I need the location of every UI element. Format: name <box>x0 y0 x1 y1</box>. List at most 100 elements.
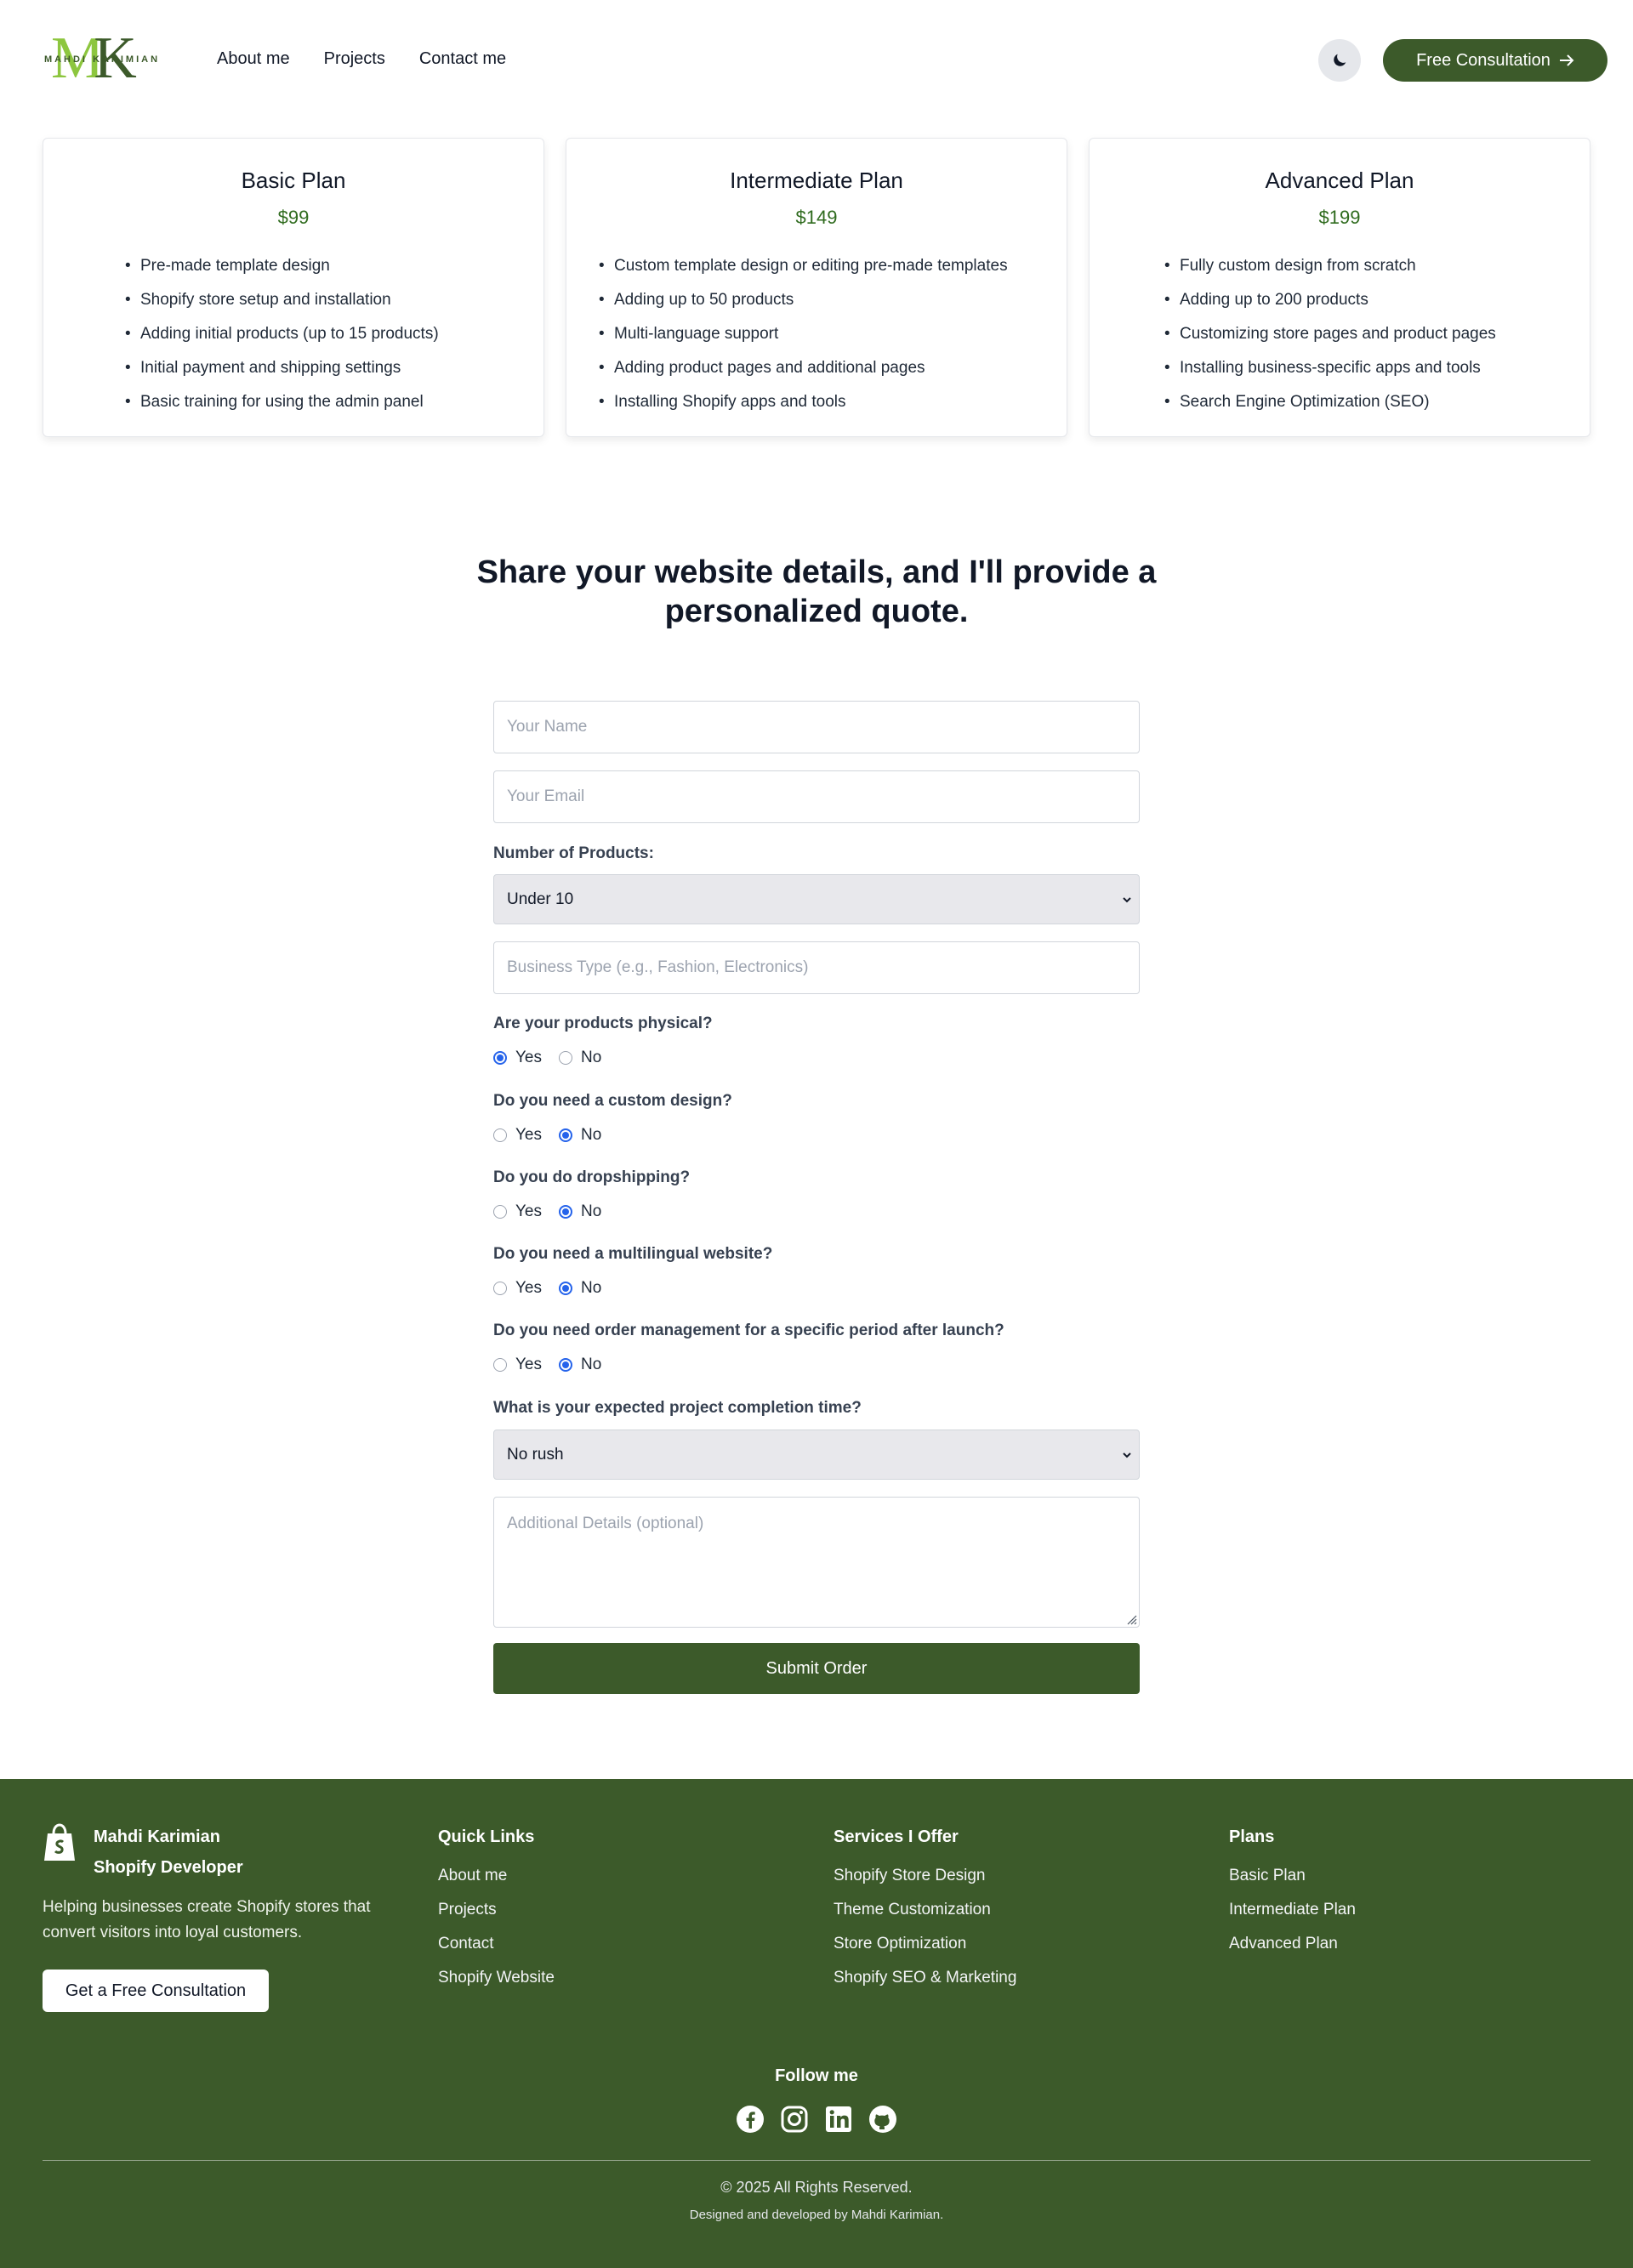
radio-option-no[interactable]: No <box>559 1126 601 1145</box>
logo[interactable]: MK MAHDI KARIMIAN <box>34 29 170 88</box>
additional-details-textarea[interactable]: Additional Details (optional) <box>493 1497 1140 1628</box>
get-free-consultation-button[interactable]: Get a Free Consultation <box>43 1970 269 2012</box>
products-select-value: Under 10 <box>507 890 574 908</box>
moon-icon <box>1334 54 1346 66</box>
footer-divider <box>43 2160 1590 2161</box>
plan-feature: Pre-made template design <box>125 249 439 283</box>
footer-brand-name: Mahdi Karimian <box>94 1827 220 1846</box>
submit-order-button[interactable]: Submit Order <box>493 1643 1140 1694</box>
products-select[interactable]: Under 10 <box>493 874 1140 924</box>
free-consultation-label: Free Consultation <box>1416 50 1550 70</box>
completion-time-label: What is your expected project completion… <box>493 1399 862 1417</box>
chevron-down-icon <box>1123 1452 1131 1458</box>
radio-button[interactable] <box>559 1051 572 1065</box>
radio-option-no[interactable]: No <box>559 1279 601 1298</box>
radio-button[interactable] <box>493 1051 507 1065</box>
radio-button[interactable] <box>559 1282 572 1295</box>
footer-link-store-design[interactable]: Shopify Store Design <box>834 1859 1016 1893</box>
radio-button[interactable] <box>493 1282 507 1295</box>
radio-button[interactable] <box>493 1128 507 1142</box>
footer-link-store-optimization[interactable]: Store Optimization <box>834 1927 1016 1961</box>
radio-option-yes[interactable]: Yes <box>493 1279 542 1298</box>
radio-button[interactable] <box>559 1128 572 1142</box>
footer-link-basic-plan[interactable]: Basic Plan <box>1229 1859 1356 1893</box>
plan-feature: Adding up to 50 products <box>599 283 1008 317</box>
arrow-right-icon <box>1559 54 1574 66</box>
github-icon[interactable] <box>868 2105 897 2134</box>
plan-feature: Shopify store setup and installation <box>125 283 439 317</box>
radio-option-yes[interactable]: Yes <box>493 1356 542 1374</box>
radio-group-custom-design: Yes No <box>493 1126 618 1145</box>
nav-contact-me[interactable]: Contact me <box>419 49 506 69</box>
business-type-input[interactable]: Business Type (e.g., Fashion, Electronic… <box>493 941 1140 994</box>
footer-link-shopify-website[interactable]: Shopify Website <box>438 1961 555 1995</box>
radio-option-no[interactable]: No <box>559 1202 601 1221</box>
question-label-custom-design: Do you need a custom design? <box>493 1092 732 1110</box>
question-label-physical: Are your products physical? <box>493 1015 713 1032</box>
completion-time-select[interactable]: No rush <box>493 1430 1140 1480</box>
plan-card-intermediate: Intermediate Plan $149 Custom template d… <box>566 138 1067 437</box>
footer-link-about[interactable]: About me <box>438 1859 555 1893</box>
footer-column-title: Quick Links <box>438 1827 535 1846</box>
question-label-dropshipping: Do you do dropshipping? <box>493 1168 691 1186</box>
plan-feature: Initial payment and shipping settings <box>125 351 439 385</box>
plan-feature: Basic training for using the admin panel <box>125 385 439 419</box>
footer-link-advanced-plan[interactable]: Advanced Plan <box>1229 1927 1356 1961</box>
additional-details-placeholder: Additional Details (optional) <box>507 1515 704 1532</box>
resize-handle-icon[interactable] <box>1125 1613 1137 1625</box>
plan-feature: Multi-language support <box>599 317 1008 351</box>
radio-button[interactable] <box>559 1205 572 1219</box>
plan-feature: Search Engine Optimization (SEO) <box>1164 385 1496 419</box>
footer-plans: Plans Basic Plan Intermediate Plan Advan… <box>1229 1822 1356 1961</box>
social-links <box>0 2105 1633 2134</box>
copyright-text: © 2025 All Rights Reserved. <box>720 2179 913 2196</box>
plan-features: Custom template design or editing pre-ma… <box>599 249 1008 419</box>
radio-option-no[interactable]: No <box>559 1049 601 1067</box>
plan-card-basic: Basic Plan $99 Pre-made template design … <box>43 138 544 437</box>
footer-link-seo-marketing[interactable]: Shopify SEO & Marketing <box>834 1961 1016 1995</box>
credit-text: Designed and developed by Mahdi Karimian… <box>689 2208 944 2222</box>
radio-option-yes[interactable]: Yes <box>493 1202 542 1221</box>
nav-projects[interactable]: Projects <box>324 49 385 69</box>
plan-feature: Adding initial products (up to 15 produc… <box>125 317 439 351</box>
footer-link-intermediate-plan[interactable]: Intermediate Plan <box>1229 1893 1356 1927</box>
question-label-multilingual: Do you need a multilingual website? <box>493 1245 773 1263</box>
instagram-icon[interactable] <box>780 2105 809 2134</box>
free-consultation-button[interactable]: Free Consultation <box>1383 39 1607 82</box>
question-label-order-management: Do you need order management for a speci… <box>493 1322 1004 1339</box>
plan-feature: Fully custom design from scratch <box>1164 249 1496 283</box>
radio-option-yes[interactable]: Yes <box>493 1126 542 1145</box>
radio-group-multilingual: Yes No <box>493 1279 618 1298</box>
radio-button[interactable] <box>493 1358 507 1372</box>
email-input[interactable]: Your Email <box>493 770 1140 823</box>
plan-card-advanced: Advanced Plan $199 Fully custom design f… <box>1089 138 1590 437</box>
plan-features: Fully custom design from scratch Adding … <box>1164 249 1496 419</box>
plan-title: Basic Plan <box>241 168 346 193</box>
footer-link-contact[interactable]: Contact <box>438 1927 555 1961</box>
plan-feature: Adding up to 200 products <box>1164 283 1496 317</box>
plan-price: $99 <box>277 207 310 228</box>
radio-button[interactable] <box>493 1205 507 1219</box>
facebook-icon[interactable] <box>736 2105 765 2134</box>
plan-feature: Installing Shopify apps and tools <box>599 385 1008 419</box>
plan-feature: Custom template design or editing pre-ma… <box>599 249 1008 283</box>
radio-option-no[interactable]: No <box>559 1356 601 1374</box>
plan-title: Advanced Plan <box>1265 168 1414 193</box>
dark-mode-toggle[interactable] <box>1318 39 1361 82</box>
form-title: Share your website details, and I'll pro… <box>476 554 1157 629</box>
footer-link-theme-customization[interactable]: Theme Customization <box>834 1893 1016 1927</box>
radio-group-dropshipping: Yes No <box>493 1202 618 1221</box>
footer-quick-links: Quick Links About me Projects Contact Sh… <box>438 1822 555 1995</box>
plan-features: Pre-made template design Shopify store s… <box>125 249 439 419</box>
name-input[interactable]: Your Name <box>493 701 1140 753</box>
chevron-down-icon <box>1123 896 1131 902</box>
plan-feature: Installing business-specific apps and to… <box>1164 351 1496 385</box>
linkedin-icon[interactable] <box>824 2105 853 2134</box>
radio-option-yes[interactable]: Yes <box>493 1049 542 1067</box>
site-footer: Mahdi Karimian Shopify Developer Helping… <box>0 1779 1633 2268</box>
radio-button[interactable] <box>559 1358 572 1372</box>
nav-about-me[interactable]: About me <box>217 49 290 69</box>
footer-brand-description: Helping businesses create Shopify stores… <box>43 1898 371 1941</box>
footer-link-projects[interactable]: Projects <box>438 1893 555 1927</box>
footer-column-title: Services I Offer <box>834 1827 959 1846</box>
